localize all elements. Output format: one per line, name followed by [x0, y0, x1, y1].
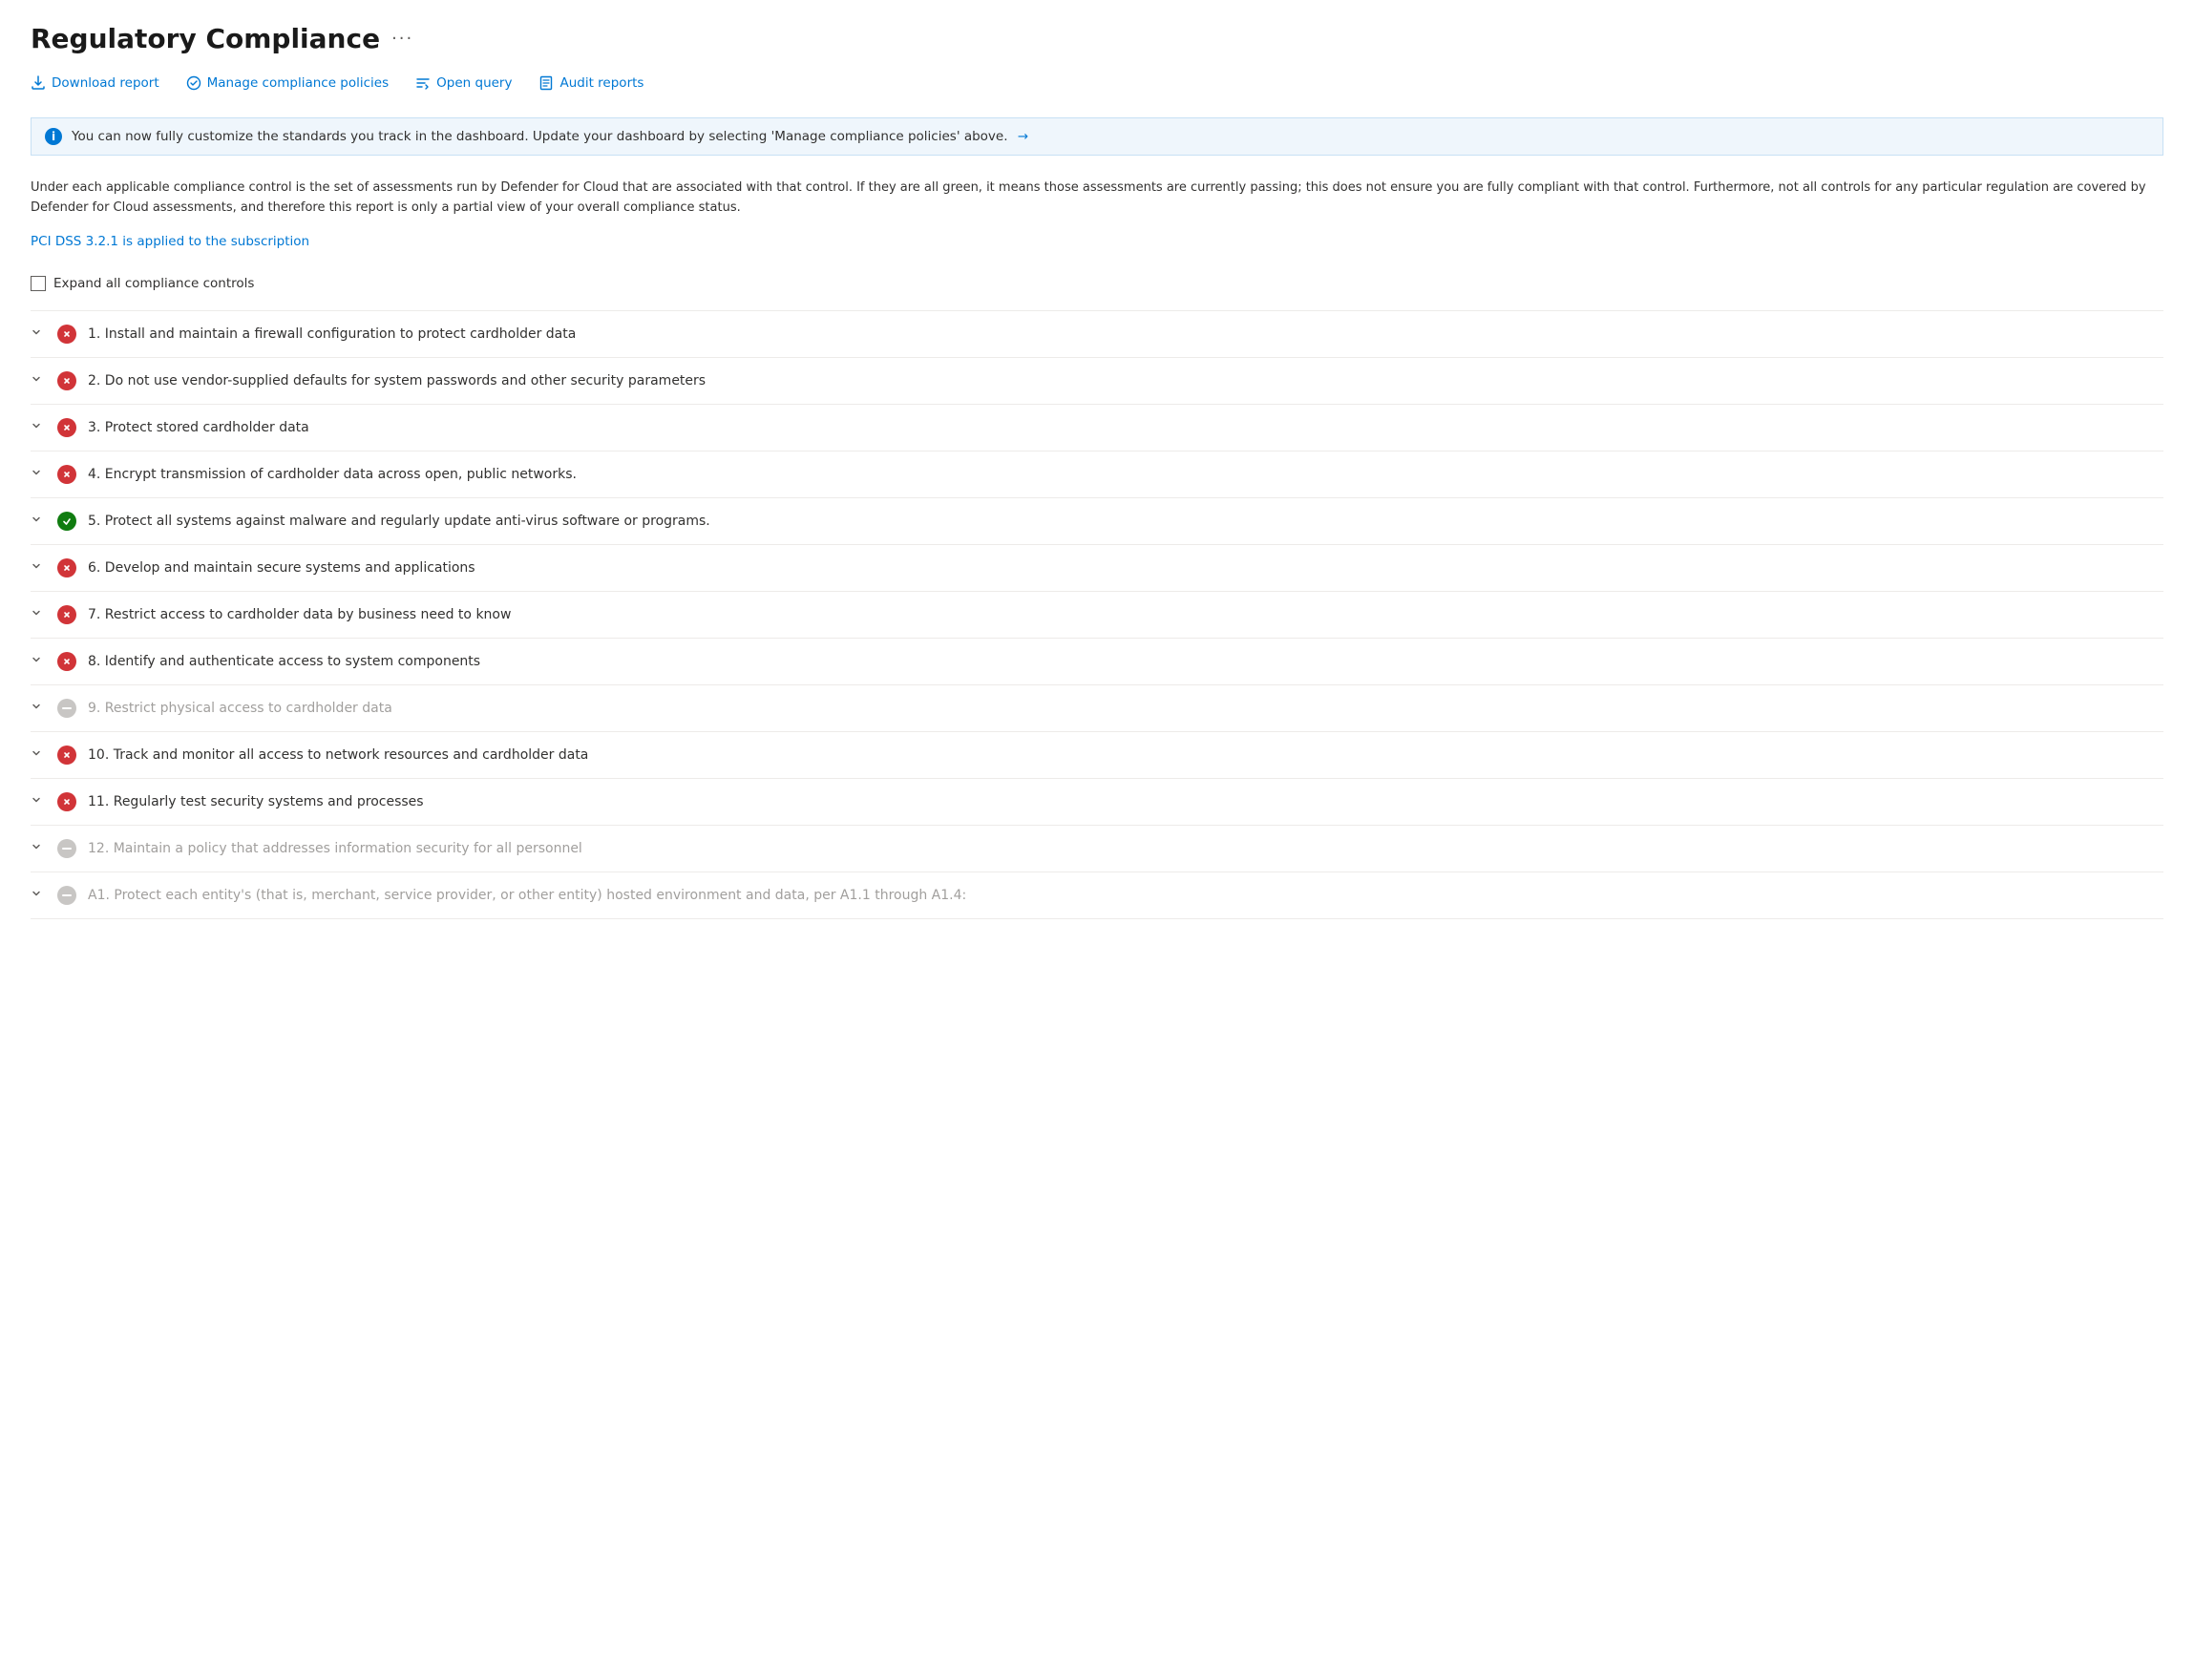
chevron-icon [31, 654, 46, 668]
banner-text: You can now fully customize the standard… [72, 129, 1028, 144]
description-text: Under each applicable compliance control… [31, 175, 2163, 222]
manage-compliance-button[interactable]: Manage compliance policies [186, 72, 390, 94]
compliance-item-label: 8. Identify and authenticate access to s… [88, 654, 480, 669]
chevron-icon [31, 794, 46, 808]
compliance-item[interactable]: 2. Do not use vendor-supplied defaults f… [31, 358, 2163, 405]
query-icon [415, 75, 431, 91]
compliance-item-label: 9. Restrict physical access to cardholde… [88, 701, 392, 716]
status-na-icon [57, 839, 76, 858]
compliance-item[interactable]: 8. Identify and authenticate access to s… [31, 639, 2163, 685]
compliance-item-label: 2. Do not use vendor-supplied defaults f… [88, 373, 706, 388]
chevron-icon [31, 888, 46, 902]
open-query-button[interactable]: Open query [415, 72, 512, 94]
compliance-item[interactable]: 11. Regularly test security systems and … [31, 779, 2163, 826]
status-error-icon [57, 371, 76, 390]
toolbar: Download report Manage compliance polici… [31, 72, 2163, 102]
compliance-item[interactable]: A1. Protect each entity's (that is, merc… [31, 872, 2163, 919]
status-na-icon [57, 886, 76, 905]
audit-icon [538, 75, 554, 91]
compliance-item-label: 1. Install and maintain a firewall confi… [88, 326, 576, 342]
chevron-icon [31, 841, 46, 855]
info-banner: i You can now fully customize the standa… [31, 117, 2163, 156]
compliance-item[interactable]: 1. Install and maintain a firewall confi… [31, 311, 2163, 358]
compliance-item[interactable]: 5. Protect all systems against malware a… [31, 498, 2163, 545]
chevron-icon [31, 701, 46, 715]
compliance-item[interactable]: 9. Restrict physical access to cardholde… [31, 685, 2163, 732]
expand-all-row: Expand all compliance controls [31, 276, 2163, 291]
info-icon: i [45, 128, 62, 145]
chevron-icon [31, 467, 46, 481]
compliance-item[interactable]: 12. Maintain a policy that addresses inf… [31, 826, 2163, 872]
status-error-icon [57, 746, 76, 765]
ellipsis: ··· [391, 29, 413, 49]
chevron-icon [31, 373, 46, 388]
compliance-item[interactable]: 4. Encrypt transmission of cardholder da… [31, 452, 2163, 498]
download-icon [31, 75, 46, 91]
status-na-icon [57, 699, 76, 718]
status-error-icon [57, 558, 76, 578]
pci-link[interactable]: PCI DSS 3.2.1 is applied to the subscrip… [31, 234, 309, 249]
expand-all-checkbox[interactable] [31, 276, 46, 291]
banner-arrow[interactable]: → [1018, 129, 1028, 144]
compliance-item-label: 4. Encrypt transmission of cardholder da… [88, 467, 577, 482]
chevron-icon [31, 607, 46, 621]
compliance-item[interactable]: 10. Track and monitor all access to netw… [31, 732, 2163, 779]
status-error-icon [57, 792, 76, 811]
compliance-item-label: 3. Protect stored cardholder data [88, 420, 309, 435]
compliance-item-label: 10. Track and monitor all access to netw… [88, 747, 588, 763]
compliance-item-label: 11. Regularly test security systems and … [88, 794, 424, 809]
status-error-icon [57, 418, 76, 437]
compliance-item-label: 6. Develop and maintain secure systems a… [88, 560, 475, 576]
chevron-icon [31, 326, 46, 341]
chevron-icon [31, 514, 46, 528]
status-error-icon [57, 325, 76, 344]
status-error-icon [57, 605, 76, 624]
status-error-icon [57, 652, 76, 671]
chevron-icon [31, 560, 46, 575]
expand-all-label: Expand all compliance controls [53, 276, 254, 291]
status-error-icon [57, 465, 76, 484]
chevron-icon [31, 420, 46, 434]
compliance-item-label: 7. Restrict access to cardholder data by… [88, 607, 511, 622]
page-title: Regulatory Compliance ··· [31, 23, 2163, 54]
compliance-icon [186, 75, 201, 91]
compliance-list: 1. Install and maintain a firewall confi… [31, 310, 2163, 919]
compliance-item-label: 12. Maintain a policy that addresses inf… [88, 841, 582, 856]
compliance-item[interactable]: 7. Restrict access to cardholder data by… [31, 592, 2163, 639]
compliance-item-label: 5. Protect all systems against malware a… [88, 514, 710, 529]
download-report-button[interactable]: Download report [31, 72, 159, 94]
status-success-icon [57, 512, 76, 531]
compliance-item-label: A1. Protect each entity's (that is, merc… [88, 888, 966, 903]
audit-reports-button[interactable]: Audit reports [538, 72, 643, 94]
chevron-icon [31, 747, 46, 762]
compliance-item[interactable]: 6. Develop and maintain secure systems a… [31, 545, 2163, 592]
compliance-item[interactable]: 3. Protect stored cardholder data [31, 405, 2163, 452]
